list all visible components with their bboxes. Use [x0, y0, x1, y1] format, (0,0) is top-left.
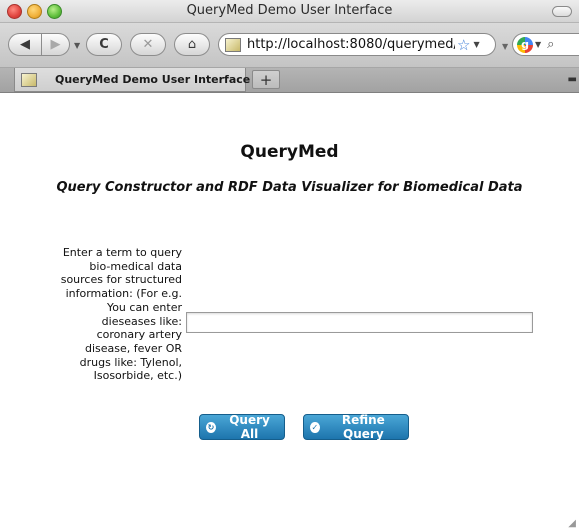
query-prompt-label: Enter a term to query bio-medical data s…	[60, 246, 182, 383]
window-title: QueryMed Demo User Interface	[186, 3, 393, 18]
new-tab-button[interactable]: +	[252, 70, 280, 89]
page-subtitle: Query Constructor and RDF Data Visualize…	[56, 180, 523, 195]
checkmark-icon: ✓	[310, 421, 320, 433]
search-box[interactable]: g ▼ ⌕	[512, 33, 579, 56]
toolbar-toggle-button[interactable]	[552, 6, 572, 17]
back-arrow-icon: ◀	[20, 37, 30, 52]
site-favicon-icon	[225, 37, 241, 52]
url-bar[interactable]: http://localhost:8080/querymed/ ☆ ▼	[218, 33, 496, 56]
back-button[interactable]: ◀	[8, 33, 42, 56]
browser-toolbar: ◀ ▶ ▼ C ✕ ⌂ http://localhost:8080/querym…	[0, 23, 579, 68]
refine-query-button[interactable]: ✓ Refine Query	[303, 413, 409, 441]
history-dropdown-icon[interactable]: ▼	[74, 41, 80, 50]
stop-icon: ✕	[142, 37, 154, 52]
resize-grip-icon[interactable]: ◢	[568, 518, 576, 529]
magnifier-icon[interactable]: ⌕	[547, 37, 554, 52]
url-text[interactable]: http://localhost:8080/querymed/	[247, 37, 455, 52]
tab-bar: QueryMed Demo User Interface + ▬	[0, 68, 579, 93]
forward-button[interactable]: ▶	[42, 33, 70, 56]
tab-label: QueryMed Demo User Interface	[55, 73, 251, 86]
forward-arrow-icon: ▶	[50, 37, 61, 52]
page-title: QueryMed	[240, 142, 339, 162]
refine-query-label: Refine Query	[341, 413, 385, 441]
query-icon: ↻	[206, 421, 217, 433]
plus-icon: +	[259, 70, 273, 89]
home-icon: ⌂	[187, 37, 197, 52]
stop-button[interactable]: ✕	[130, 33, 166, 56]
tab-favicon-icon	[21, 72, 37, 87]
window-titlebar: QueryMed Demo User Interface	[0, 0, 579, 23]
reload-button[interactable]: C	[86, 33, 122, 56]
url-dropdown-icon[interactable]: ▼	[473, 40, 479, 49]
search-engine-dropdown-icon[interactable]: ▼	[535, 40, 541, 49]
reload-icon: C	[99, 37, 109, 52]
tab-list-icon[interactable]: ▬	[568, 74, 577, 85]
separator-dropdown-icon: ▼	[502, 42, 509, 51]
query-all-button[interactable]: ↻ Query All	[199, 413, 285, 441]
bookmark-star-icon[interactable]: ☆	[457, 36, 470, 54]
home-button[interactable]: ⌂	[174, 33, 210, 56]
google-engine-icon[interactable]: g	[517, 36, 533, 53]
tab-querymed[interactable]: QueryMed Demo User Interface	[14, 68, 250, 92]
query-all-label: Query All	[229, 413, 270, 441]
query-term-input[interactable]	[186, 312, 533, 333]
